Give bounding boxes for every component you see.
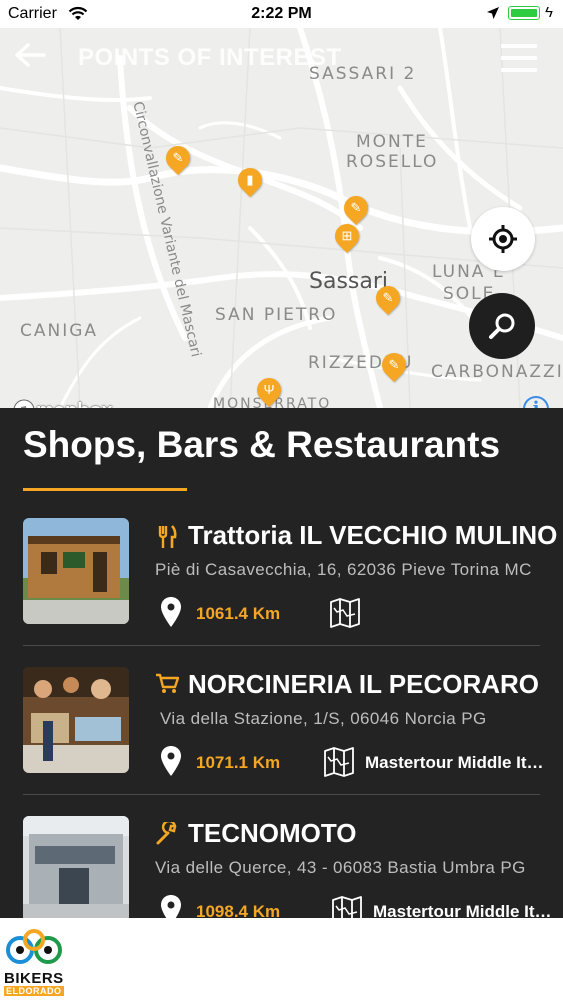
fork-knife-icon (154, 524, 180, 557)
folded-map-icon (330, 598, 360, 628)
list-divider (23, 645, 540, 646)
poi-distance: 1098.4 Km (196, 902, 281, 918)
location-pin-icon (161, 746, 181, 776)
map-label: SAN PIETRO (215, 305, 338, 325)
location-pin-icon (161, 597, 181, 627)
map-label: MONTE (356, 132, 428, 152)
page-title: POINTS OF INTEREST (78, 44, 342, 71)
title-underline (23, 488, 187, 491)
folded-map-icon (332, 896, 362, 918)
locate-me-button[interactable] (471, 207, 535, 271)
cart-icon: ⊞ (341, 228, 353, 243)
search-icon (489, 313, 515, 339)
location-pin-icon (161, 895, 181, 918)
poi-marker[interactable]: ✎ (371, 281, 405, 315)
charging-icon: ϟ (545, 4, 553, 21)
poi-address: Piè di Casavecchia, 16, 62036 Pieve Tori… (155, 560, 532, 579)
motorcycle-logo-icon (6, 929, 62, 964)
poi-marker[interactable]: ▮ (233, 163, 267, 197)
fuel-icon: ▮ (246, 172, 254, 187)
poi-thumbnail (23, 518, 129, 624)
poi-name: TECNOMOTO (188, 818, 357, 848)
map-label: ROSELLO (346, 152, 439, 172)
location-arrow-icon (487, 7, 499, 19)
poi-marker[interactable]: ✎ (161, 141, 195, 175)
back-button[interactable] (14, 42, 46, 74)
wrench-icon: ✎ (172, 150, 184, 165)
hamburger-menu-icon (501, 44, 537, 48)
wrench-icon (154, 819, 180, 853)
map-label: CANIGA (20, 321, 99, 341)
logo-name: BIKERS (4, 970, 64, 987)
poi-list-item[interactable]: TECNOMOTO Via delle Querce, 43 - 06083 B… (0, 816, 563, 918)
wrench-icon: ✎ (388, 357, 400, 372)
mapbox-logo: mapbox (12, 398, 113, 408)
poi-address: Via delle Querce, 43 - 06083 Bastia Umbr… (155, 858, 526, 877)
mapbox-attribution: mapbox (36, 400, 113, 408)
mapbox-mark-icon (13, 399, 35, 408)
logo-subtitle: ELDORADO (4, 986, 64, 996)
arrow-left-icon (15, 43, 46, 67)
poi-distance: 1061.4 Km (196, 604, 281, 623)
poi-marker[interactable]: ✎ (377, 348, 411, 382)
crosshair-icon (489, 225, 517, 253)
poi-marker[interactable]: ✎ (339, 191, 373, 225)
poi-tour[interactable]: Mastertour Middle Italy (365, 753, 550, 773)
list-divider (23, 794, 540, 795)
wrench-icon: ✎ (350, 200, 362, 215)
clock: 2:22 PM (251, 5, 312, 22)
footer-banner: BIKERS ELDORADO (0, 918, 563, 1000)
poi-name: Trattoria IL VECCHIO MULINO (188, 520, 558, 550)
status-bar: Carrier 2:22 PM ϟ (0, 0, 563, 28)
poi-marker[interactable]: ⊞ (330, 219, 364, 253)
poi-thumbnail (23, 667, 129, 773)
poi-thumbnail (23, 816, 129, 918)
poi-list-panel[interactable]: Shops, Bars & Restaurants Trattoria IL V… (0, 408, 563, 918)
wrench-icon: ✎ (382, 290, 394, 305)
poi-distance: 1071.1 Km (196, 753, 281, 772)
poi-tour[interactable]: Mastertour Middle Italy (373, 902, 558, 918)
section-title: Shops, Bars & Restaurants (23, 424, 501, 465)
folded-map-icon (324, 747, 354, 777)
poi-marker[interactable]: Ψ (252, 373, 286, 407)
cart-icon (154, 673, 180, 702)
map-label: CARBONAZZI (431, 362, 563, 382)
battery-icon (508, 6, 540, 20)
poi-address: Via della Stazione, 1/S, 06046 Norcia PG (160, 709, 487, 728)
map-search-button[interactable] (469, 293, 535, 359)
poi-name: NORCINERIA IL PECORARO (188, 669, 540, 699)
menu-button[interactable] (501, 44, 537, 72)
fork-knife-icon: Ψ (263, 382, 275, 397)
bikers-eldorado-logo: BIKERS ELDORADO (4, 926, 64, 998)
